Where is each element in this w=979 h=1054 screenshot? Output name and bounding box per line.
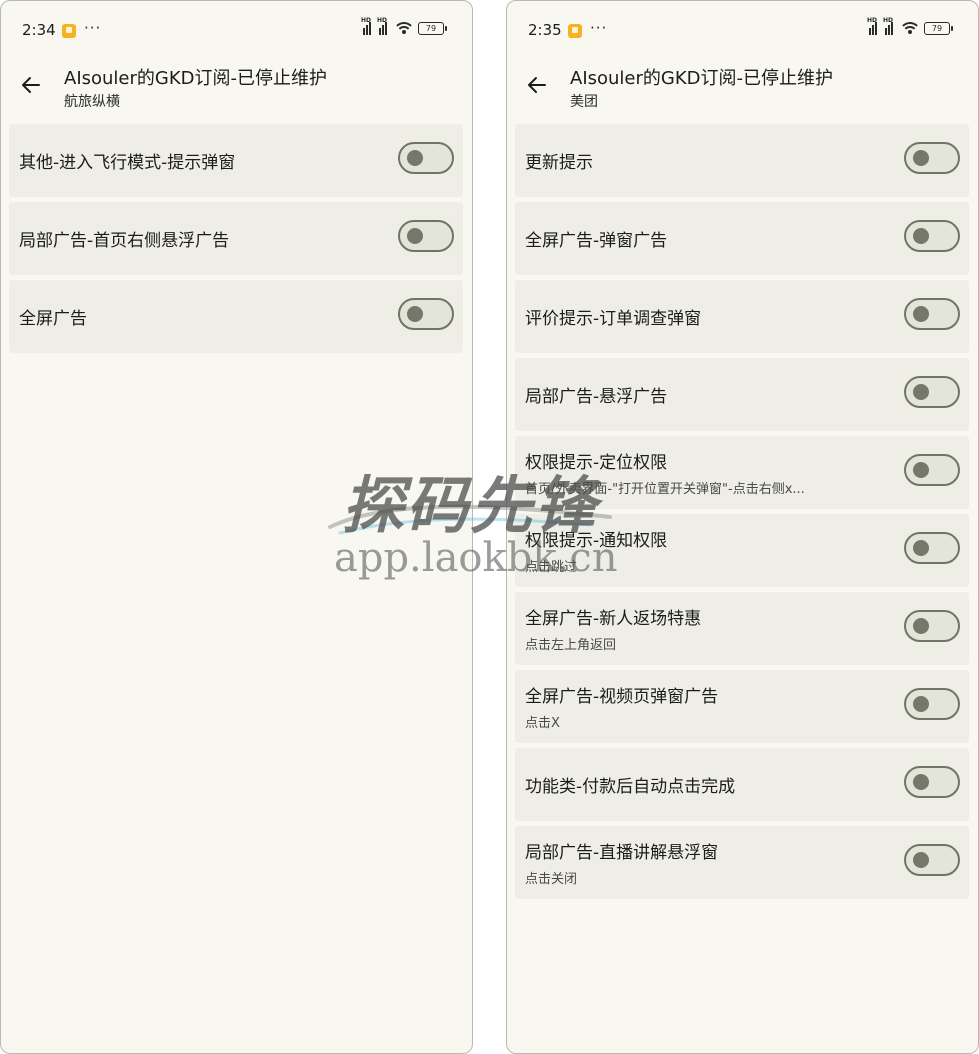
status-time: 2:34 [22, 21, 56, 39]
toggle-knob [407, 228, 423, 244]
rule-label: 局部广告-悬浮广告 [525, 387, 668, 407]
rule-description: 点击跳过 [525, 560, 578, 575]
signal-hd-icon: HD [867, 17, 880, 35]
toggle-knob [913, 696, 929, 712]
rule-item[interactable]: 全屏广告-新人返场特惠 点击左上角返回 [515, 592, 969, 665]
notification-icon [568, 24, 582, 38]
page-title: AIsouler的GKD订阅-已停止维护 [570, 68, 834, 89]
rule-item[interactable]: 局部广告-直播讲解悬浮窗 点击关闭 [515, 826, 969, 899]
rule-description: 点击左上角返回 [525, 638, 617, 653]
rule-toggle-switch[interactable] [904, 610, 960, 642]
signal-hd-icon: HD [883, 17, 896, 35]
rule-item[interactable]: 功能类-付款后自动点击完成 [515, 748, 969, 821]
status-bar: 2:34 ··· HD HD 79 [1, 17, 472, 45]
rule-item[interactable]: 权限提示-定位权限 首页/外卖界面-"打开位置开关弹窗"-点击右侧x... [515, 436, 969, 509]
toggle-knob [913, 618, 929, 634]
rule-list: 其他-进入飞行模式-提示弹窗 局部广告-首页右侧悬浮广告 全屏广告 [9, 124, 463, 358]
rule-label: 更新提示 [525, 153, 593, 173]
rule-label: 评价提示-订单调查弹窗 [525, 309, 702, 329]
signal-hd-icon: HD [361, 17, 374, 35]
rule-label: 全屏广告-弹窗广告 [525, 231, 668, 251]
toggle-knob [407, 306, 423, 322]
toggle-knob [913, 540, 929, 556]
rule-item[interactable]: 更新提示 [515, 124, 969, 197]
notification-icon [62, 24, 76, 38]
rule-toggle-switch[interactable] [904, 142, 960, 174]
phone-screen-right: 2:35 ··· HD HD 79 AIsouler的GKD订阅-已停止维护 美… [506, 0, 979, 1054]
back-arrow-icon[interactable] [525, 73, 549, 97]
rule-item[interactable]: 局部广告-首页右侧悬浮广告 [9, 202, 463, 275]
phone-screen-left: 2:34 ··· HD HD 79 AIsouler的GKD订阅-已停止维护 航… [0, 0, 473, 1054]
rule-label: 权限提示-通知权限 [525, 531, 668, 551]
rule-toggle-switch[interactable] [904, 220, 960, 252]
toggle-knob [913, 150, 929, 166]
rule-label: 局部广告-直播讲解悬浮窗 [525, 843, 719, 863]
toggle-knob [913, 228, 929, 244]
rule-item[interactable]: 局部广告-悬浮广告 [515, 358, 969, 431]
rule-label: 其他-进入飞行模式-提示弹窗 [19, 153, 236, 173]
app-name-subtitle: 航旅纵横 [64, 94, 120, 110]
signal-hd-icon: HD [377, 17, 390, 35]
toggle-knob [913, 774, 929, 790]
rule-description: 点击X [525, 716, 560, 731]
rule-label: 权限提示-定位权限 [525, 453, 668, 473]
rule-toggle-switch[interactable] [904, 298, 960, 330]
wifi-icon [394, 21, 414, 35]
rule-item[interactable]: 权限提示-通知权限 点击跳过 [515, 514, 969, 587]
rule-label: 局部广告-首页右侧悬浮广告 [19, 231, 230, 251]
rule-list: 更新提示 全屏广告-弹窗广告 评价提示-订单调查弹窗 局部广告-悬浮广告 权限提… [515, 124, 969, 904]
toggle-knob [913, 462, 929, 478]
rule-toggle-switch[interactable] [904, 688, 960, 720]
back-arrow-icon[interactable] [19, 73, 43, 97]
rule-toggle-switch[interactable] [904, 454, 960, 486]
app-bar: AIsouler的GKD订阅-已停止维护 美团 [507, 59, 978, 115]
status-time: 2:35 [528, 21, 562, 39]
rule-item[interactable]: 评价提示-订单调查弹窗 [515, 280, 969, 353]
rule-item[interactable]: 全屏广告 [9, 280, 463, 353]
rule-toggle-switch[interactable] [398, 298, 454, 330]
rule-toggle-switch[interactable] [904, 376, 960, 408]
rule-description: 点击关闭 [525, 872, 578, 887]
rule-toggle-switch[interactable] [398, 220, 454, 252]
toggle-knob [913, 852, 929, 868]
battery-icon: 79 [418, 21, 447, 35]
toggle-knob [913, 384, 929, 400]
toggle-knob [407, 150, 423, 166]
more-notifications-icon: ··· [590, 19, 608, 37]
rule-label: 功能类-付款后自动点击完成 [525, 777, 736, 797]
rule-toggle-switch[interactable] [904, 532, 960, 564]
status-bar: 2:35 ··· HD HD 79 [507, 17, 978, 45]
rule-toggle-switch[interactable] [398, 142, 454, 174]
rule-toggle-switch[interactable] [904, 766, 960, 798]
rule-item[interactable]: 全屏广告-弹窗广告 [515, 202, 969, 275]
more-notifications-icon: ··· [84, 19, 102, 37]
page-title: AIsouler的GKD订阅-已停止维护 [64, 68, 328, 89]
toggle-knob [913, 306, 929, 322]
rule-item[interactable]: 其他-进入飞行模式-提示弹窗 [9, 124, 463, 197]
rule-label: 全屏广告 [19, 309, 87, 329]
rule-description: 首页/外卖界面-"打开位置开关弹窗"-点击右侧x... [525, 482, 805, 497]
rule-label: 全屏广告-新人返场特惠 [525, 609, 702, 629]
rule-item[interactable]: 全屏广告-视频页弹窗广告 点击X [515, 670, 969, 743]
rule-label: 全屏广告-视频页弹窗广告 [525, 687, 719, 707]
rule-toggle-switch[interactable] [904, 844, 960, 876]
app-name-subtitle: 美团 [570, 94, 598, 110]
wifi-icon [900, 21, 920, 35]
app-bar: AIsouler的GKD订阅-已停止维护 航旅纵横 [1, 59, 472, 115]
battery-icon: 79 [924, 21, 953, 35]
